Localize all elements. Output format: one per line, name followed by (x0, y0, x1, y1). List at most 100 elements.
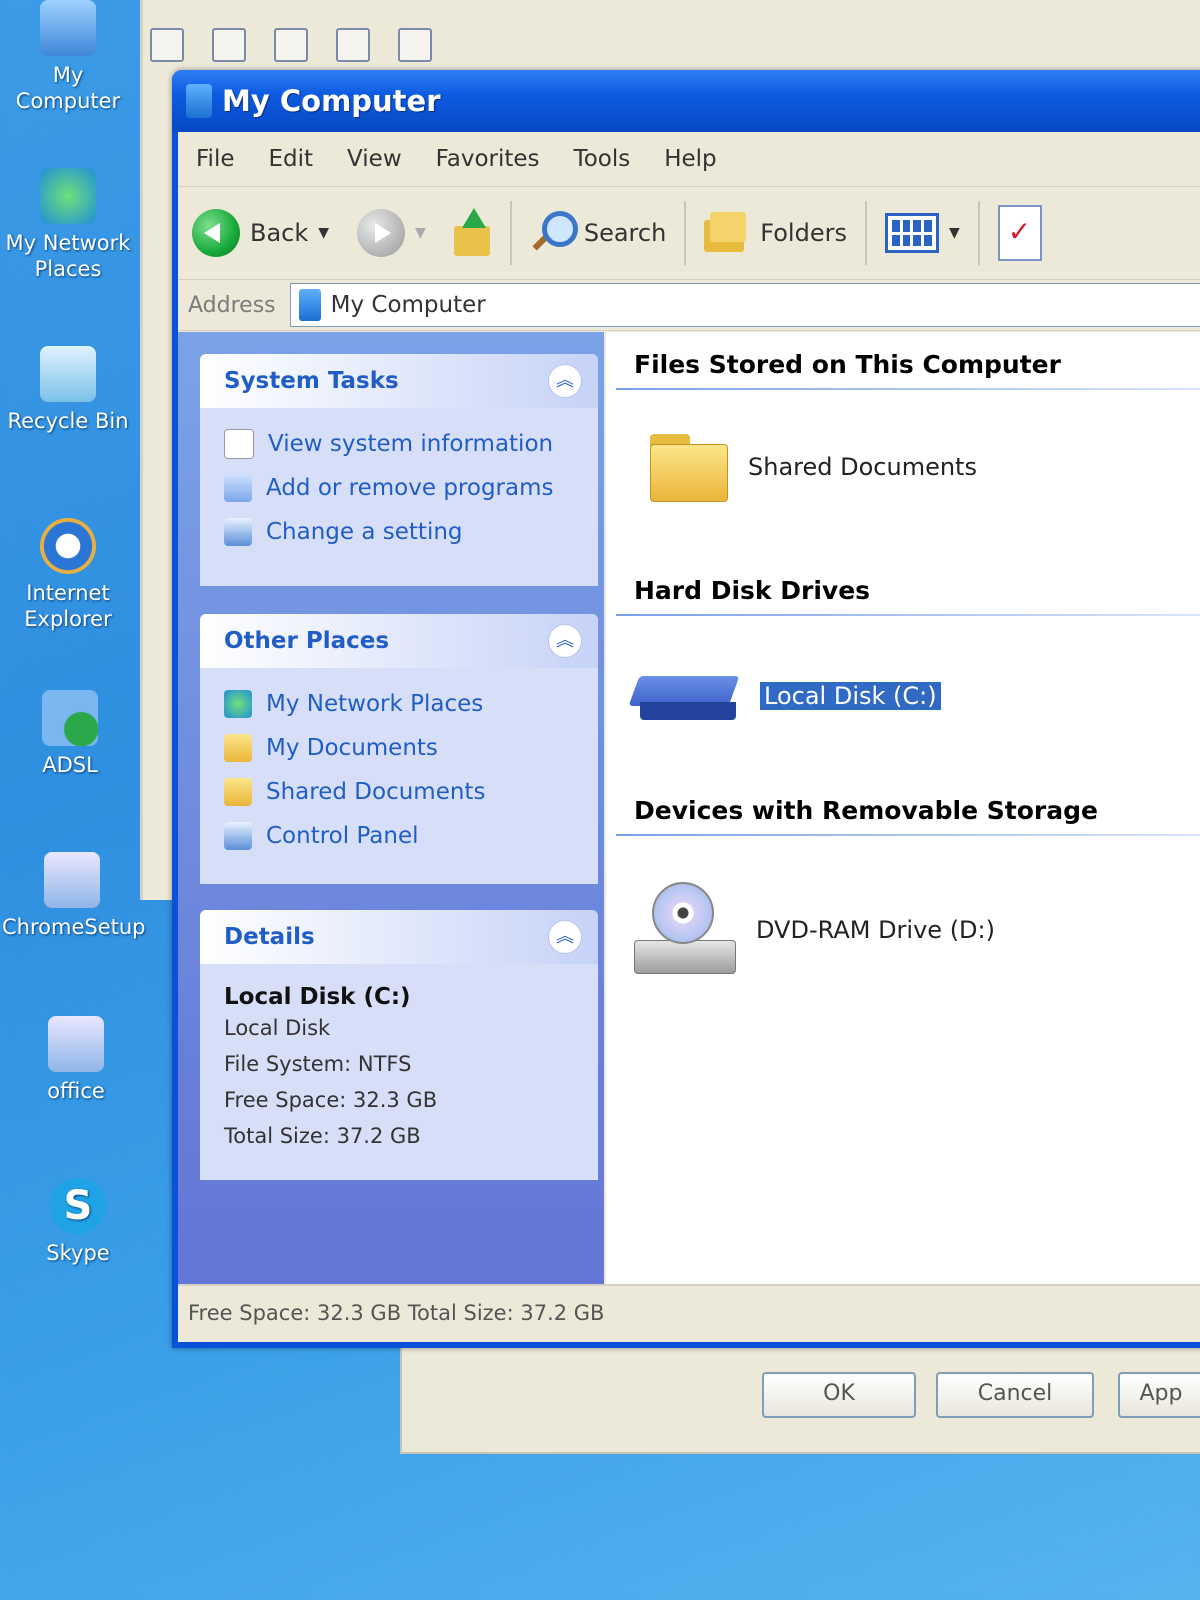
desktop-icon-my-computer[interactable]: My Computer (0, 0, 138, 114)
system-tasks-header[interactable]: System Tasks ︽ (200, 354, 598, 408)
menu-tools[interactable]: Tools (574, 146, 631, 172)
up-button[interactable] (440, 198, 506, 268)
properties-button[interactable] (984, 198, 1056, 268)
back-arrow-icon (192, 209, 240, 257)
back-arrow-icon[interactable] (150, 28, 184, 62)
details-type: Local Disk (224, 1016, 331, 1040)
task-view-system-information[interactable]: View system information (224, 422, 598, 466)
collapse-icon[interactable]: ︽ (548, 920, 582, 954)
toolbar-separator (864, 201, 867, 265)
toolbar-separator (509, 201, 512, 265)
menu-help[interactable]: Help (664, 146, 716, 172)
toolbar-separator (684, 201, 687, 265)
menu-view[interactable]: View (347, 146, 402, 172)
item-shared-documents[interactable]: Shared Documents (650, 434, 977, 502)
task-change-setting[interactable]: Change a setting (224, 510, 598, 554)
chevron-down-icon[interactable]: ▼ (949, 225, 960, 241)
collapse-icon[interactable]: ︽ (548, 364, 582, 398)
address-bar: Address My Computer (178, 280, 1200, 331)
forward-arrow-icon (357, 209, 406, 257)
dvd-drive-icon (634, 882, 736, 978)
place-my-documents[interactable]: My Documents (224, 726, 598, 770)
menu-file[interactable]: File (196, 146, 235, 172)
place-label: My Documents (266, 735, 438, 761)
place-label: Shared Documents (266, 779, 486, 805)
status-bar: Free Space: 32.3 GB Total Size: 37.2 GB (178, 1284, 1200, 1342)
folders-icon (704, 212, 750, 254)
place-my-network-places[interactable]: My Network Places (224, 682, 598, 726)
other-places-header[interactable]: Other Places ︽ (200, 614, 598, 668)
task-label: Add or remove programs (266, 475, 554, 501)
folder-icon (650, 434, 728, 502)
item-label: Local Disk (C:) (759, 681, 942, 711)
apply-button[interactable]: App (1118, 1372, 1200, 1418)
collapse-icon[interactable]: ︽ (548, 624, 582, 658)
search-button[interactable]: Search (516, 198, 680, 268)
system-tasks-panel: System Tasks ︽ View system information A… (200, 354, 598, 586)
other-places-list: My Network Places My Documents Shared Do… (200, 668, 598, 872)
skype-icon: S (50, 1178, 106, 1234)
folder-icon (224, 778, 252, 806)
forward-button[interactable]: ▼ (343, 198, 440, 268)
search-label: Search (583, 219, 667, 247)
my-computer-window: My Computer File Edit View Favorites Too… (172, 70, 1200, 1348)
folders-label: Folders (760, 219, 847, 247)
group-divider (616, 834, 1200, 836)
computer-icon (40, 0, 96, 56)
details-title: Details (224, 924, 315, 950)
task-label: View system information (268, 431, 554, 457)
item-label: DVD-RAM Drive (D:) (756, 916, 995, 944)
desktop-icon-recycle-bin[interactable]: Recycle Bin (0, 346, 138, 434)
group-divider (616, 388, 1200, 390)
back-label: Back (250, 219, 309, 247)
desktop-icon-office[interactable]: office (6, 1016, 146, 1104)
background-toolbar (150, 20, 650, 70)
folders-button[interactable]: Folders (690, 198, 861, 268)
place-label: Control Panel (266, 823, 419, 849)
place-label: My Network Places (266, 691, 484, 717)
chevron-down-icon[interactable]: ▼ (318, 225, 329, 241)
desktop-icon-internet-explorer[interactable]: Internet Explorer (0, 518, 138, 632)
views-button[interactable]: ▼ (871, 198, 974, 268)
menu-favorites[interactable]: Favorites (436, 146, 540, 172)
add-remove-programs-icon (224, 474, 252, 502)
back-button[interactable]: Back ▼ (178, 198, 343, 268)
place-shared-documents[interactable]: Shared Documents (224, 770, 598, 814)
views-icon (884, 213, 939, 253)
network-connection-icon (42, 690, 98, 746)
panel-icon[interactable] (398, 28, 432, 62)
address-input[interactable]: My Computer (289, 283, 1200, 327)
item-label: Shared Documents (748, 453, 977, 481)
view-toggle-icon[interactable] (274, 28, 308, 62)
details-total-size: Total Size: 37.2 GB (224, 1124, 421, 1148)
menu-edit[interactable]: Edit (269, 146, 314, 172)
help-icon[interactable] (336, 28, 370, 62)
item-local-disk-c[interactable]: Local Disk (C:) (628, 668, 942, 724)
ok-button[interactable]: OK (762, 1372, 916, 1418)
cancel-button[interactable]: Cancel (936, 1372, 1094, 1418)
desktop-icon-skype[interactable]: S Skype (8, 1178, 148, 1266)
desktop-icon-adsl[interactable]: ADSL (0, 690, 140, 778)
search-icon (530, 209, 578, 257)
title-bar[interactable]: My Computer (172, 70, 1200, 132)
details-filesystem: File System: NTFS (224, 1052, 412, 1076)
desktop-icon-chromesetup[interactable]: ChromeSetup (2, 852, 146, 940)
details-header[interactable]: Details ︽ (200, 910, 598, 964)
group-hard-disk-drives: Hard Disk Drives (634, 576, 871, 605)
properties-icon (997, 205, 1042, 261)
desktop-icon-my-network-places[interactable]: My Network Places (0, 168, 138, 282)
my-computer-icon (298, 289, 321, 321)
task-add-remove-programs[interactable]: Add or remove programs (224, 466, 598, 510)
network-icon (40, 168, 96, 224)
hard-disk-icon (628, 668, 740, 724)
forward-arrow-icon[interactable] (212, 28, 246, 62)
installer-icon (48, 1016, 104, 1072)
control-panel-icon (224, 518, 252, 546)
control-panel-icon (224, 822, 252, 850)
place-control-panel[interactable]: Control Panel (224, 814, 598, 858)
internet-explorer-icon (40, 518, 96, 574)
address-value: My Computer (330, 292, 486, 318)
chevron-down-icon: ▼ (415, 225, 426, 241)
item-dvd-ram-drive-d[interactable]: DVD-RAM Drive (D:) (634, 882, 995, 978)
address-label: Address (188, 292, 276, 318)
